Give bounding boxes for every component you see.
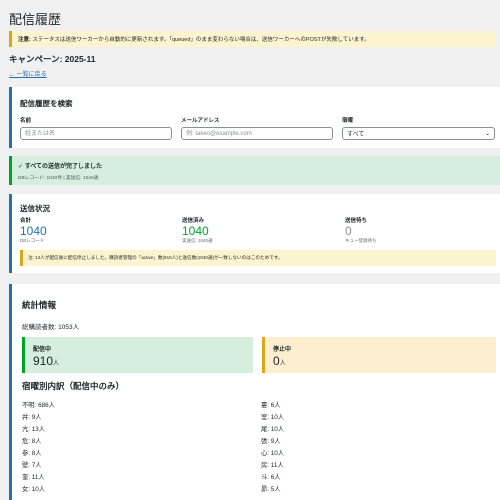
sent-value: 1040 (182, 224, 209, 238)
list-item: 参: 8人 (22, 450, 42, 457)
name-label: 名前 (20, 118, 32, 124)
status-panel: 送信状況 合計 1040 DBレコード 送信済み 1040 実送信: 1040通… (9, 194, 500, 273)
stopped-unit: 人 (279, 361, 286, 367)
success-sub: DBレコード: 1040件 | 実送信: 1040通 (18, 176, 99, 181)
success-title: ✓ すべての送信が完了しました (18, 164, 103, 170)
list-item: 不明: 686人 (22, 402, 55, 409)
active-label: 配信中 (33, 347, 52, 353)
list-item: 昴: 5人 (261, 486, 281, 493)
email-field: メールアドレス (181, 116, 333, 140)
search-panel: 配信履歴を検索 名前 メールアドレス 宿曜 すべて ⌄ (9, 87, 500, 148)
active-count: 910人 (33, 354, 245, 368)
sent-sub: 実送信: 1040通 (182, 238, 213, 243)
stopped-count: 0人 (273, 354, 488, 368)
list-item: 危: 8人 (22, 438, 42, 445)
stopped-box: 停止中 0人 (262, 337, 496, 373)
list-item: 亢: 13人 (22, 426, 46, 433)
back-to-list-link[interactable]: ← 一覧に戻る (9, 69, 47, 78)
mansion-select[interactable]: すべて ⌄ (342, 127, 495, 140)
success-banner: ✓ すべての送信が完了しました DBレコード: 1040件 | 実送信: 104… (9, 156, 500, 185)
chevron-down-icon: ⌄ (484, 131, 490, 137)
email-input[interactable] (181, 127, 333, 140)
stopped-value: 0 (273, 354, 280, 368)
campaign-title: キャンペーン: 2025-11 (9, 54, 96, 64)
list-item: 室: 10人 (261, 414, 285, 421)
total-label: 合計 (20, 218, 32, 224)
page-title: 配信履歴 (9, 12, 62, 27)
total-sub: DBレコード (20, 238, 45, 243)
notice-banner: 注意: ステータスは送信ワーカーから自動的に更新されます。「queued」のまま… (9, 31, 496, 47)
active-value: 910 (33, 354, 54, 368)
name-field: 名前 (20, 116, 172, 140)
notice-text: ステータスは送信ワーカーから自動的に更新されます。「queued」のまま変わらな… (30, 37, 370, 43)
stats-title: 統計情報 (22, 300, 57, 310)
active-box: 配信中 910人 (22, 337, 253, 373)
pending-stat: 送信待ち 0 キュー登録待ち (345, 216, 377, 244)
list-item: 婁: 6人 (261, 402, 281, 409)
mansion-label: 宿曜 (342, 118, 354, 124)
breakdown-left-column: 不明: 686人 井: 9人 亢: 13人 危: 8人 参: 8人 壁: 7人 … (22, 400, 55, 496)
list-item: 張: 9人 (261, 438, 281, 445)
mansion-field: 宿曜 すべて ⌄ (342, 116, 495, 140)
unsubscribe-warning: 注: 12人が配信後に配信停止しました。購読者管理の「active」数(910人… (20, 250, 496, 266)
list-item: 尾: 10人 (261, 426, 285, 433)
mansion-select-value: すべて (347, 132, 365, 138)
status-title: 送信状況 (20, 204, 50, 213)
notice-label: 注意: (18, 37, 31, 43)
pending-sub: キュー登録待ち (345, 238, 377, 243)
active-unit: 人 (53, 361, 60, 367)
total-subscribers: 総購読者数: 1053人 (22, 324, 80, 331)
list-item: 奎: 11人 (22, 474, 45, 481)
pending-label: 送信待ち (345, 218, 368, 224)
email-label: メールアドレス (181, 118, 220, 124)
total-stat: 合計 1040 DBレコード (20, 216, 47, 244)
sent-label: 送信済み (182, 218, 205, 224)
sent-stat: 送信済み 1040 実送信: 1040通 (182, 216, 213, 244)
list-item: 壁: 7人 (22, 462, 42, 469)
list-item: 斗: 6人 (261, 474, 281, 481)
pending-value: 0 (345, 224, 352, 238)
stopped-label: 停止中 (273, 347, 292, 353)
name-input[interactable] (20, 127, 172, 140)
stats-panel: 統計情報 総購読者数: 1053人 配信中 910人 停止中 0人 宿曜別内訳（… (9, 284, 500, 500)
list-item: 女: 10人 (22, 486, 46, 493)
total-value: 1040 (20, 224, 47, 238)
list-item: 心: 10人 (261, 450, 285, 457)
breakdown-title: 宿曜別内訳（配信中のみ） (22, 381, 125, 391)
search-title: 配信履歴を検索 (20, 99, 73, 108)
list-item: 井: 9人 (22, 414, 42, 421)
breakdown-right-column: 婁: 6人 室: 10人 尾: 10人 張: 9人 心: 10人 房: 11人 … (261, 400, 284, 496)
list-item: 房: 11人 (261, 462, 284, 469)
